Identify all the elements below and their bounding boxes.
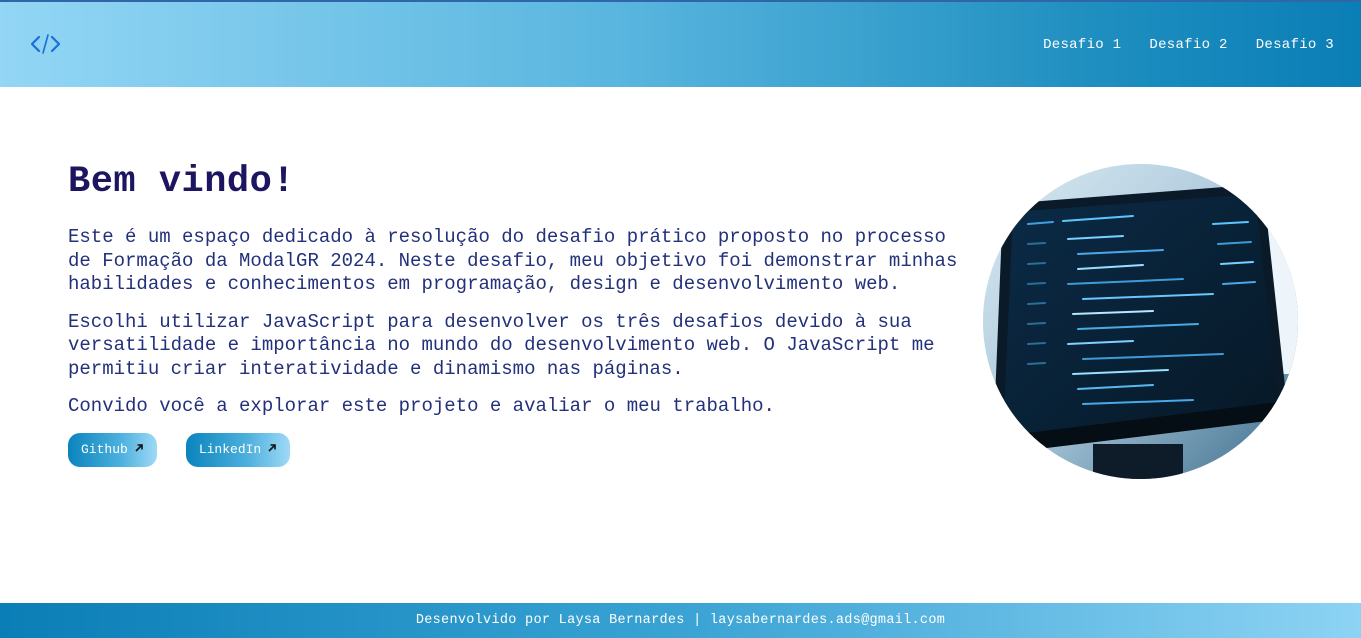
code-monitor-image bbox=[983, 164, 1298, 479]
intro-paragraph: Este é um espaço dedicado à resolução do… bbox=[68, 226, 958, 295]
page-title: Bem vindo! bbox=[68, 161, 296, 203]
nav-desafio-1[interactable]: Desafio 1 bbox=[1043, 37, 1121, 53]
top-header: Desafio 1 Desafio 2 Desafio 3 bbox=[0, 0, 1361, 87]
social-buttons: Github LinkedIn bbox=[68, 432, 958, 467]
main-nav: Desafio 1 Desafio 2 Desafio 3 bbox=[1043, 37, 1334, 53]
code-brackets-icon[interactable] bbox=[29, 31, 63, 57]
javascript-paragraph: Escolhi utilizar JavaScript para desenvo… bbox=[68, 310, 935, 380]
arrow-up-right-icon bbox=[134, 442, 144, 457]
nav-desafio-2[interactable]: Desafio 2 bbox=[1149, 37, 1227, 53]
page-footer: Desenvolvido por Laysa Bernardes | laysa… bbox=[0, 603, 1361, 638]
invite-paragraph: Convido você a explorar este projeto e a… bbox=[68, 395, 775, 417]
github-button-label: Github bbox=[81, 442, 128, 457]
github-button[interactable]: Github bbox=[68, 432, 157, 467]
welcome-section: Bem vindo! Este é um espaço dedicado à r… bbox=[68, 160, 958, 467]
arrow-up-right-icon bbox=[267, 442, 277, 457]
linkedin-button-label: LinkedIn bbox=[198, 442, 262, 457]
nav-desafio-3[interactable]: Desafio 3 bbox=[1256, 37, 1334, 53]
linkedin-button[interactable]: LinkedIn bbox=[185, 432, 291, 467]
footer-credits: Desenvolvido por Laysa Bernardes | laysa… bbox=[415, 613, 946, 628]
